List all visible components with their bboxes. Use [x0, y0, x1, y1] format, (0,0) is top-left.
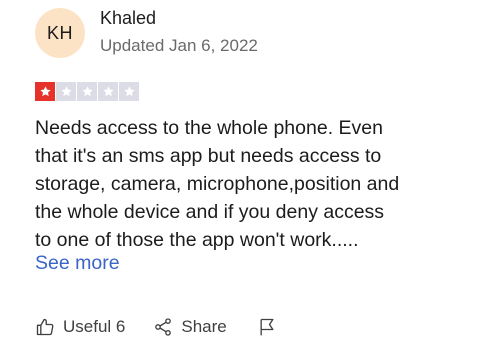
star-rating [35, 82, 139, 101]
review-actions: Useful 6 Share [35, 316, 277, 338]
star-empty [98, 82, 118, 101]
star-filled [35, 82, 55, 101]
star-icon [81, 86, 93, 97]
share-icon [155, 318, 172, 336]
star-icon [39, 86, 51, 97]
review-text: Needs access to the whole phone. Even th… [35, 117, 400, 251]
report-button[interactable] [257, 316, 277, 338]
share-label: Share [181, 317, 227, 336]
star-empty [119, 82, 139, 101]
share-button[interactable]: Share [153, 317, 227, 337]
flag-icon [260, 318, 274, 336]
review-date: Updated Jan 6, 2022 [100, 36, 258, 55]
star-empty [56, 82, 76, 101]
thumbs-up-icon [36, 318, 54, 336]
star-empty [77, 82, 97, 101]
avatar: KH [35, 8, 85, 58]
star-icon [123, 86, 135, 97]
useful-label: Useful 6 [63, 317, 126, 336]
avatar-initials: KH [46, 22, 73, 43]
useful-button[interactable]: Useful 6 [35, 317, 125, 337]
see-more-link[interactable]: See more [35, 252, 120, 275]
star-icon [60, 86, 72, 97]
review-card: KH Khaled Updated Jan 6, 2022 Needs acce… [0, 0, 484, 345]
star-icon [102, 86, 114, 97]
reviewer-name[interactable]: Khaled [100, 8, 156, 29]
